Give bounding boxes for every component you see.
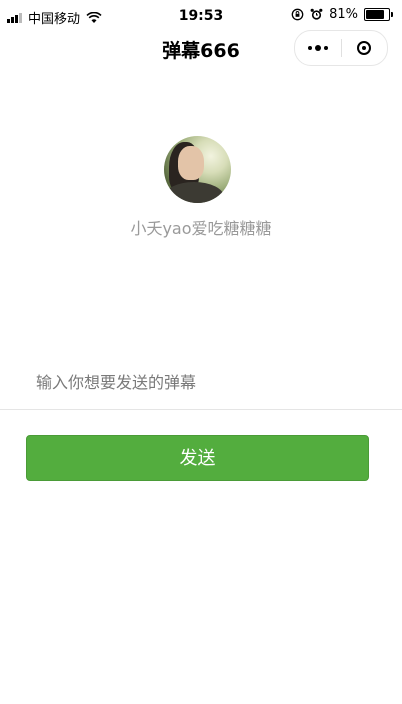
status-bar: 中国移动 19:53 81%: [0, 0, 402, 34]
input-divider: [0, 409, 402, 410]
avatar-body: [164, 182, 224, 203]
miniprogram-capsule: [294, 30, 388, 66]
close-miniprogram-button[interactable]: [342, 31, 388, 65]
send-button[interactable]: 发送: [26, 435, 369, 481]
navigation-bar: 弹幕666: [0, 30, 402, 66]
app-screen: 中国移动 19:53 81% 弹幕666 小夭yao爱吃糖糖糖 输入你想要发送的…: [0, 0, 402, 704]
username: 小夭yao爱吃糖糖糖: [130, 219, 272, 238]
status-right: 81%: [291, 7, 393, 22]
battery-level-fill: [366, 10, 384, 19]
rotation-lock-icon: [291, 8, 304, 21]
avatar: [164, 136, 231, 203]
alarm-icon: [310, 8, 323, 20]
avatar-face: [178, 146, 204, 180]
battery-percent: 81%: [329, 7, 358, 22]
more-menu-button[interactable]: [295, 31, 341, 65]
battery-icon: [364, 8, 393, 21]
more-dots-icon: [307, 45, 328, 51]
close-target-icon: [357, 41, 372, 55]
danmaku-message-input[interactable]: [26, 364, 376, 400]
